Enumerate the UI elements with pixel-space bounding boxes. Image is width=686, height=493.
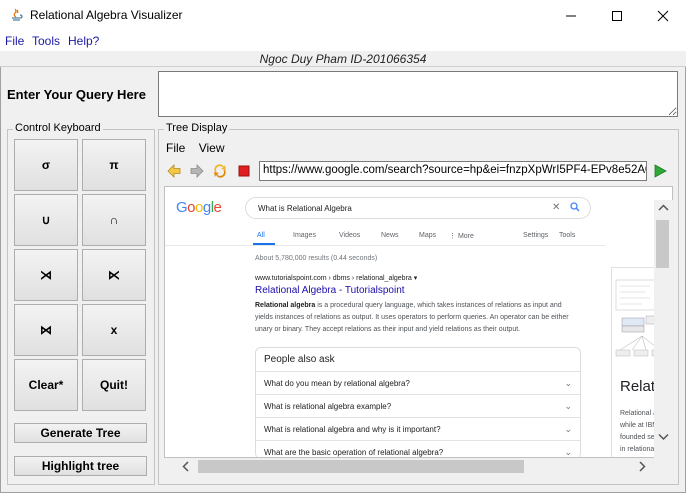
result-title-link[interactable]: Relational Algebra - Tutorialspoint xyxy=(255,285,405,296)
google-tab-maps[interactable]: Maps xyxy=(419,232,436,239)
paa-question[interactable]: What do you mean by relational algebra? ⌄ xyxy=(256,371,580,394)
control-keyboard-title: Control Keyboard xyxy=(13,122,103,134)
highlight-tree-button[interactable]: Highlight tree xyxy=(14,456,147,476)
paa-question[interactable]: What are the basic operation of relation… xyxy=(256,440,580,457)
browser-menu-file[interactable]: File xyxy=(166,141,185,155)
google-tab-images[interactable]: Images xyxy=(293,232,316,239)
paa-question-text: What is relational algebra and why is it… xyxy=(264,425,441,434)
right-semijoin-button[interactable]: ⋊ xyxy=(14,249,78,301)
google-logo-o2: o xyxy=(195,199,203,216)
natural-join-button[interactable]: ⋈ xyxy=(14,304,78,356)
left-semijoin-button[interactable]: ⋉ xyxy=(82,249,146,301)
menu-bar: File Tools Help? xyxy=(0,31,686,51)
browser-menu-bar: File View xyxy=(166,141,234,155)
google-logo-o1: o xyxy=(187,199,196,216)
forward-arrow-icon[interactable] xyxy=(189,163,205,179)
results-count: About 5,780,000 results (0.44 seconds) xyxy=(255,255,378,262)
search-icon[interactable] xyxy=(570,201,580,215)
paa-question-text: What do you mean by relational algebra? xyxy=(264,379,410,388)
menu-file[interactable]: File xyxy=(5,34,24,48)
tabs-divider xyxy=(165,245,605,246)
google-search-box[interactable]: What is Relational Algebra xyxy=(245,197,591,219)
snippet-bold: Relational algebra xyxy=(255,302,316,309)
union-button[interactable]: ∪ xyxy=(14,194,78,246)
stop-icon[interactable] xyxy=(236,163,252,179)
tree-display-title: Tree Display xyxy=(164,122,230,134)
paa-question-text: What are the basic operation of relation… xyxy=(264,448,444,457)
url-field[interactable]: https://www.google.com/search?source=hp&… xyxy=(259,161,647,181)
cross-product-button[interactable]: x xyxy=(82,304,146,356)
query-label: Enter Your Query Here xyxy=(7,87,146,102)
chevron-down-icon: ⌄ xyxy=(564,447,572,457)
back-arrow-icon[interactable] xyxy=(166,163,182,179)
refresh-icon[interactable] xyxy=(212,163,228,179)
horizontal-scrollbar[interactable] xyxy=(176,458,673,475)
menu-help[interactable]: Help? xyxy=(68,34,99,48)
chevron-down-icon: ⌄ xyxy=(564,378,572,388)
paa-question[interactable]: What is relational algebra and why is it… xyxy=(256,417,580,440)
google-tab-videos[interactable]: Videos xyxy=(339,232,360,239)
maximize-icon xyxy=(612,10,622,21)
window-title: Relational Algebra Visualizer xyxy=(30,8,183,22)
minimize-button[interactable] xyxy=(548,0,594,31)
close-icon xyxy=(657,10,669,21)
people-also-ask-box: People also ask What do you mean by rela… xyxy=(255,347,581,457)
project-pi-button[interactable]: π xyxy=(82,139,146,191)
scroll-right-icon[interactable] xyxy=(636,458,648,475)
java-app-icon xyxy=(8,7,24,23)
scroll-up-icon[interactable] xyxy=(654,202,673,214)
google-logo-e: e xyxy=(213,199,222,216)
paa-title: People also ask xyxy=(264,354,335,365)
chevron-down-icon: ⌄ xyxy=(564,401,572,411)
intersection-button[interactable]: ∩ xyxy=(82,194,146,246)
google-tab-all[interactable]: All xyxy=(257,232,265,239)
scroll-left-icon[interactable] xyxy=(180,458,192,475)
result-snippet: Relational algebra is a procedural query… xyxy=(255,300,575,336)
quit-button[interactable]: Quit! xyxy=(82,359,146,411)
google-tab-tools[interactable]: Tools xyxy=(559,232,575,239)
scroll-down-icon[interactable] xyxy=(654,431,673,443)
google-logo-g1: G xyxy=(176,199,188,216)
query-input[interactable] xyxy=(158,71,678,117)
minimize-icon xyxy=(566,15,576,16)
vertical-scrollbar[interactable] xyxy=(654,200,673,458)
select-sigma-button[interactable]: σ xyxy=(14,139,78,191)
result-breadcrumb[interactable]: www.tutorialspoint.com › dbms › relation… xyxy=(255,274,417,282)
paa-question-text: What is relational algebra example? xyxy=(264,402,392,411)
author-label: Ngoc Duy Pham ID-201066354 xyxy=(0,51,686,67)
generate-tree-button[interactable]: Generate Tree xyxy=(14,423,147,443)
maximize-button[interactable] xyxy=(594,0,640,31)
paa-question[interactable]: What is relational algebra example? ⌄ xyxy=(256,394,580,417)
chevron-down-icon: ⌄ xyxy=(564,424,572,434)
menu-tools[interactable]: Tools xyxy=(32,34,60,48)
google-tab-more[interactable]: ⋮ More xyxy=(449,232,474,240)
google-logo-g2: g xyxy=(202,199,211,216)
google-tab-news[interactable]: News xyxy=(381,232,399,239)
go-icon[interactable] xyxy=(652,163,668,179)
web-viewport[interactable]: Google What is Relational Algebra ✕ All … xyxy=(164,186,673,458)
google-tab-settings[interactable]: Settings xyxy=(523,232,548,239)
clear-button[interactable]: Clear* xyxy=(14,359,78,411)
browser-menu-view[interactable]: View xyxy=(199,141,225,155)
horizontal-scroll-thumb[interactable] xyxy=(198,460,524,473)
clear-search-icon[interactable]: ✕ xyxy=(552,202,560,213)
vertical-scroll-thumb[interactable] xyxy=(656,220,669,268)
google-logo: Google xyxy=(176,199,222,216)
title-bar: Relational Algebra Visualizer xyxy=(0,0,686,31)
close-button[interactable] xyxy=(640,0,686,31)
